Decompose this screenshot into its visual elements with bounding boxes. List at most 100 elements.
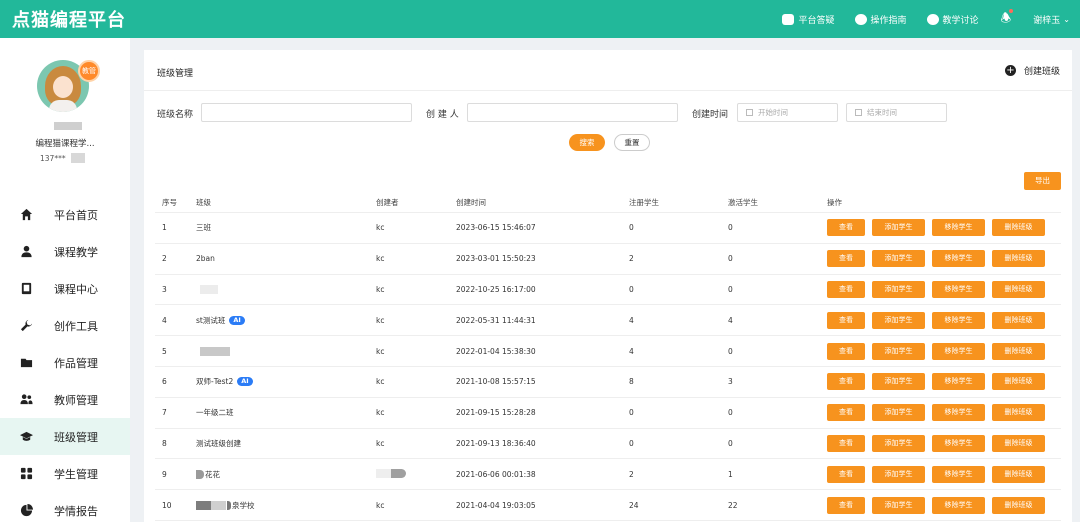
wrench-icon [20, 319, 33, 332]
row-actions: 查看 添加学生 移除学生 删除班级 [827, 280, 1061, 298]
delete-class-button[interactable]: 删除班级 [992, 280, 1045, 298]
sidebar-item-class-management[interactable]: 班级管理 [0, 418, 130, 455]
delete-class-button[interactable]: 删除班级 [992, 404, 1045, 422]
divider [144, 90, 1072, 91]
created-time: 2021-04-04 19:03:05 [456, 500, 536, 510]
add-student-button[interactable]: 添加学生 [872, 373, 925, 391]
remove-student-button[interactable]: 移除学生 [932, 404, 985, 422]
help-link[interactable]: 平台答疑 [782, 13, 835, 26]
blurred-user-name [54, 122, 82, 130]
row-actions: 查看 添加学生 移除学生 删除班级 [827, 404, 1061, 422]
view-button[interactable]: 查看 [827, 280, 865, 298]
class-name[interactable]: 测试班级创建 [196, 438, 241, 449]
class-name[interactable]: 双师-Test2 [196, 376, 233, 387]
header-class: 班级 [196, 198, 211, 207]
search-button[interactable]: 搜索 [569, 134, 605, 151]
view-button[interactable]: 查看 [827, 404, 865, 422]
row-number: 8 [162, 438, 167, 448]
add-student-button[interactable]: 添加学生 [872, 342, 925, 360]
view-button[interactable]: 查看 [827, 434, 865, 452]
creator-input[interactable] [467, 103, 678, 122]
remove-student-button[interactable]: 移除学生 [932, 250, 985, 268]
view-button[interactable]: 查看 [827, 496, 865, 514]
remove-student-button[interactable]: 移除学生 [932, 465, 985, 483]
sidebar-item-home[interactable]: 平台首页 [0, 196, 130, 233]
user-name: 谢梓玉 [1033, 15, 1061, 26]
delete-class-button[interactable]: 删除班级 [992, 496, 1045, 514]
row-number: 9 [162, 469, 167, 479]
class-name[interactable]: 泉学校 [232, 500, 255, 511]
add-student-button[interactable]: 添加学生 [872, 219, 925, 237]
view-button[interactable]: 查看 [827, 465, 865, 483]
school-name: 编程猫课程学... [35, 139, 95, 149]
class-name-input[interactable] [201, 103, 412, 122]
view-button[interactable]: 查看 [827, 373, 865, 391]
class-cell: 一年级二班 [192, 407, 376, 418]
add-student-button[interactable]: 添加学生 [872, 496, 925, 514]
table-row: 8 测试班级创建 kc 2021-09-13 18:36:40 0 0 查看 添加学生 移除学生… [155, 429, 1061, 460]
creator-cell: kc [376, 377, 456, 386]
remove-student-button[interactable]: 移除学生 [932, 373, 985, 391]
create-class-button[interactable]: + 创建班级 [1004, 64, 1060, 77]
class-name[interactable]: 花花 [205, 469, 220, 480]
home-icon [20, 208, 33, 221]
creator: kc [376, 346, 385, 356]
class-name[interactable]: 2ban [196, 254, 215, 263]
export-button[interactable]: 导出 [1024, 172, 1061, 190]
sidebar-item-creation-tools[interactable]: 创作工具 [0, 307, 130, 344]
bell-icon[interactable]: 🕭 [1001, 8, 1014, 30]
remove-student-button[interactable]: 移除学生 [932, 311, 985, 329]
avatar-face [53, 76, 73, 98]
delete-class-button[interactable]: 删除班级 [992, 219, 1045, 237]
sidebar-item-reports[interactable]: 学情报告 [0, 492, 130, 522]
help-label: 平台答疑 [798, 15, 835, 26]
registered-count: 0 [629, 438, 634, 448]
add-student-button[interactable]: 添加学生 [872, 465, 925, 483]
class-name[interactable]: st测试班 [196, 315, 225, 326]
view-button[interactable]: 查看 [827, 219, 865, 237]
add-student-button[interactable]: 添加学生 [872, 250, 925, 268]
class-cell [192, 284, 376, 294]
table-row: 3 kc 2022-10-25 16:17:00 0 0 查看 添加学生 移除学生 删除班级 [155, 275, 1061, 306]
main-panel: 班级管理 + 创建班级 班级名称 创 建 人 创建时间 开始时间 结束时间 搜索… [144, 50, 1072, 522]
sidebar-item-teachers[interactable]: 教师管理 [0, 381, 130, 418]
class-name[interactable]: 一年级二班 [196, 407, 234, 418]
sidebar-item-students[interactable]: 学生管理 [0, 455, 130, 492]
remove-student-button[interactable]: 移除学生 [932, 219, 985, 237]
sidebar-item-course-center[interactable]: 课程中心 [0, 270, 130, 307]
created-time: 2022-05-31 11:44:31 [456, 315, 536, 325]
calendar-icon [746, 109, 753, 116]
delete-class-button[interactable]: 删除班级 [992, 373, 1045, 391]
remove-student-button[interactable]: 移除学生 [932, 280, 985, 298]
sidebar-item-works[interactable]: 作品管理 [0, 344, 130, 381]
delete-class-button[interactable]: 删除班级 [992, 465, 1045, 483]
end-date-input[interactable]: 结束时间 [846, 103, 947, 122]
view-button[interactable]: 查看 [827, 250, 865, 268]
class-name[interactable]: 三班 [196, 222, 211, 233]
view-button[interactable]: 查看 [827, 342, 865, 360]
row-number: 10 [162, 500, 172, 510]
delete-class-button[interactable]: 删除班级 [992, 434, 1045, 452]
created-time-label: 创建时间 [692, 110, 729, 120]
app-logo[interactable]: 点猫编程平台 [12, 6, 126, 32]
remove-student-button[interactable]: 移除学生 [932, 496, 985, 514]
user-menu[interactable]: 谢梓玉 ⌄ [1033, 13, 1070, 26]
sidebar-item-course-teaching[interactable]: 课程教学 [0, 233, 130, 270]
delete-class-button[interactable]: 删除班级 [992, 311, 1045, 329]
reset-button[interactable]: 重置 [614, 134, 650, 151]
delete-class-button[interactable]: 删除班级 [992, 250, 1045, 268]
add-student-button[interactable]: 添加学生 [872, 280, 925, 298]
calendar-icon [855, 109, 862, 116]
add-student-button[interactable]: 添加学生 [872, 311, 925, 329]
add-student-button[interactable]: 添加学生 [872, 404, 925, 422]
remove-student-button[interactable]: 移除学生 [932, 342, 985, 360]
discuss-link[interactable]: 教学讨论 [926, 13, 979, 26]
remove-student-button[interactable]: 移除学生 [932, 434, 985, 452]
start-date-input[interactable]: 开始时间 [737, 103, 838, 122]
activated-count: 22 [728, 500, 738, 510]
registered-count: 2 [629, 469, 634, 479]
view-button[interactable]: 查看 [827, 311, 865, 329]
guide-link[interactable]: 操作指南 [854, 13, 907, 26]
add-student-button[interactable]: 添加学生 [872, 434, 925, 452]
delete-class-button[interactable]: 删除班级 [992, 342, 1045, 360]
